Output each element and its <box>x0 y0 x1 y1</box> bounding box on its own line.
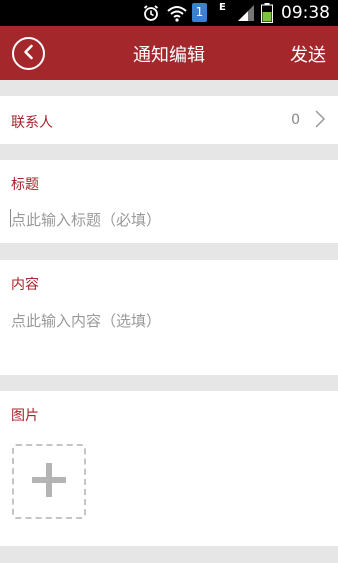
content-section: 内容 点此输入内容（选填） <box>0 260 338 375</box>
chevron-right-icon <box>314 109 326 133</box>
signal-icon <box>236 4 256 26</box>
alarm-icon <box>142 4 160 26</box>
title-section: 标题 点此输入标题（必填） <box>0 160 338 243</box>
add-image-button[interactable] <box>12 444 86 519</box>
contacts-label: 联系人 <box>11 115 53 131</box>
images-section: 图片 <box>0 391 338 546</box>
send-button[interactable]: 发送 <box>290 41 326 67</box>
sim-number: 1 <box>195 5 204 19</box>
page-title: 通知编辑 <box>133 45 205 66</box>
content-input[interactable]: 点此输入内容（选填） <box>11 310 161 331</box>
title-label: 标题 <box>11 177 39 193</box>
network-type-label: E <box>219 2 226 13</box>
title-input[interactable]: 点此输入标题（必填） <box>11 209 161 230</box>
images-label: 图片 <box>11 408 39 424</box>
wifi-icon <box>167 4 187 26</box>
contacts-count: 0 <box>291 112 300 128</box>
sim-icon: 1 <box>192 3 207 22</box>
status-bar: 1 E 09:38 <box>0 0 338 26</box>
battery-icon <box>261 3 273 27</box>
app-header: 通知编辑 发送 <box>0 26 338 80</box>
content-label: 内容 <box>11 277 39 293</box>
contacts-row[interactable]: 联系人 0 <box>0 96 338 144</box>
plus-icon <box>31 462 67 502</box>
status-time: 09:38 <box>281 3 330 23</box>
